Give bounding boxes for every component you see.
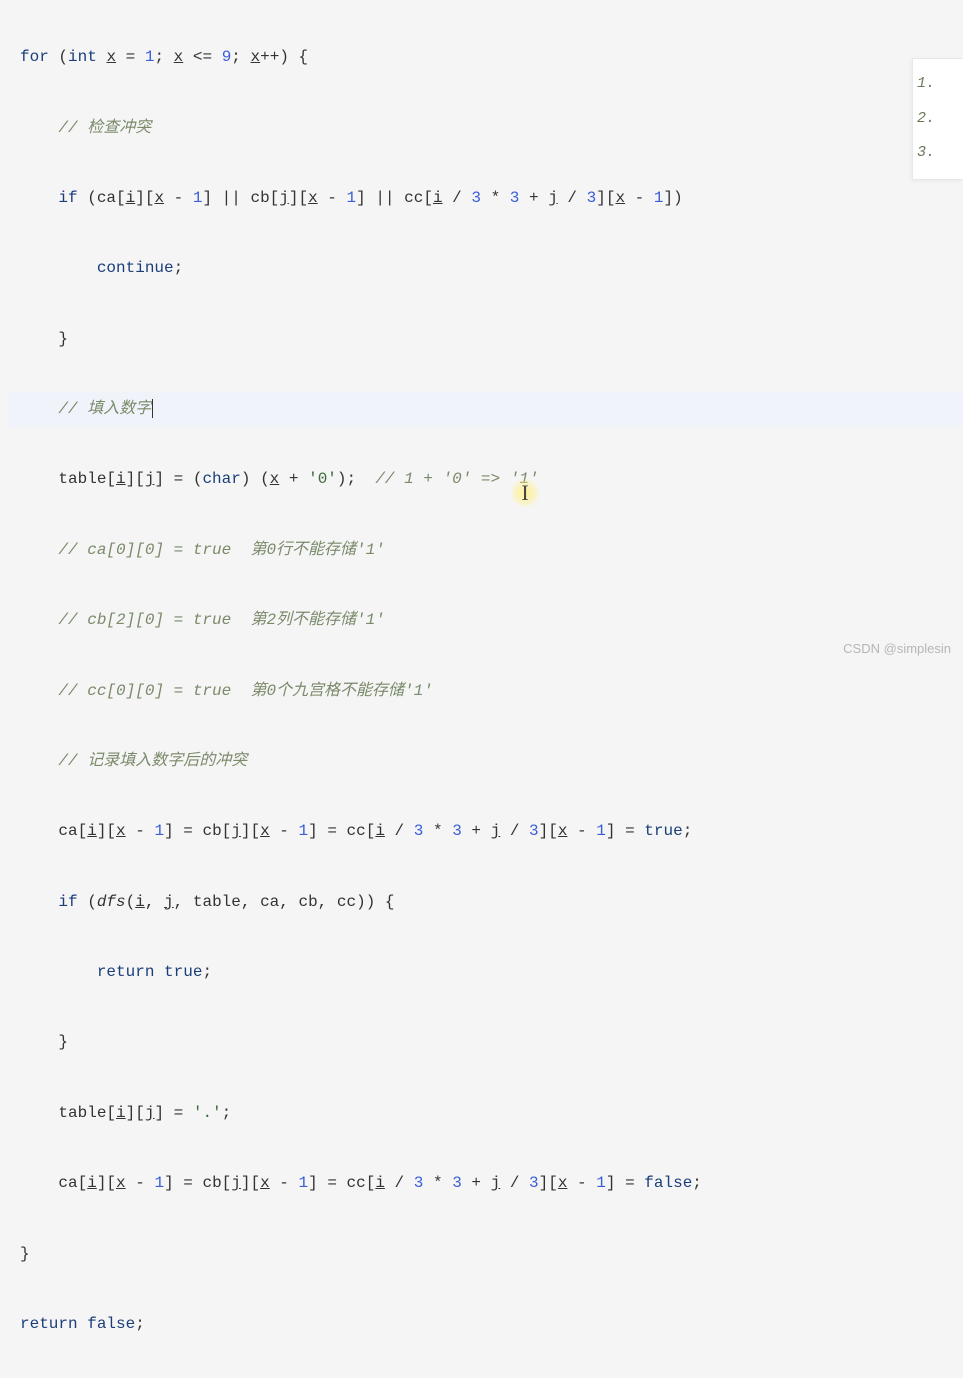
code-line: // cc[0][0] = true 第0个九宫格不能存储'1' xyxy=(8,674,963,709)
text-caret xyxy=(152,399,153,418)
code-line: table[i][j] = '.'; xyxy=(8,1096,963,1131)
kw-false: false xyxy=(87,1315,135,1333)
kw-for: for xyxy=(20,48,49,66)
code-line: // 记录填入数字后的冲突 xyxy=(8,744,963,779)
var-x: x xyxy=(106,48,116,66)
comment: // cb[2][0] = true 第2列不能存储'1' xyxy=(58,611,384,629)
kw-return: return xyxy=(97,963,155,981)
code-line: ca[i][x - 1] = cb[j][x - 1] = cc[i / 3 *… xyxy=(8,1166,963,1201)
code-line: for (int x = 1; x <= 9; x++) { xyxy=(8,40,963,75)
code-line: return false; xyxy=(8,1307,963,1342)
code-line-active: // 填入数字 xyxy=(8,392,963,427)
comment: // ca[0][0] = true 第0行不能存储'1' xyxy=(58,541,384,559)
code-line: if (ca[i][x - 1] || cb[j][x - 1] || cc[i… xyxy=(8,181,963,216)
kw-true: true xyxy=(644,822,682,840)
kw-false: false xyxy=(644,1174,692,1192)
code-line: // cb[2][0] = true 第2列不能存储'1' xyxy=(8,603,963,638)
code-line: ca[i][x - 1] = cb[j][x - 1] = cc[i / 3 *… xyxy=(8,814,963,849)
comment: // 1 + '0' => '1' xyxy=(375,470,538,488)
code-line: return true; xyxy=(8,955,963,990)
kw-true: true xyxy=(164,963,202,981)
kw-return: return xyxy=(20,1315,78,1333)
kw-char: char xyxy=(202,470,240,488)
kw-continue: continue xyxy=(97,259,174,277)
comment: // 记录填入数字后的冲突 xyxy=(58,752,247,770)
code-line: if (dfs(i, j, table, ca, cb, cc)) { xyxy=(8,885,963,920)
code-line: } xyxy=(8,1237,963,1272)
comment: // 填入数字 xyxy=(58,400,151,418)
code-line: table[i][j] = (char) (x + '0'); // 1 + '… xyxy=(8,462,963,497)
kw-int: int xyxy=(68,48,97,66)
code-line: } xyxy=(8,1025,963,1060)
comment: // 检查冲突 xyxy=(58,119,151,137)
comment: // cc[0][0] = true 第0个九宫格不能存储'1' xyxy=(58,682,432,700)
code-line: // ca[0][0] = true 第0行不能存储'1' xyxy=(8,533,963,568)
code-line: } xyxy=(8,322,963,357)
fn-dfs: dfs xyxy=(97,893,126,911)
kw-if: if xyxy=(58,893,77,911)
code-line: continue; xyxy=(8,251,963,286)
code-line: // 检查冲突 xyxy=(8,111,963,146)
kw-if: if xyxy=(58,189,77,207)
code-block: for (int x = 1; x <= 9; x++) { // 检查冲突 i… xyxy=(0,0,963,1378)
